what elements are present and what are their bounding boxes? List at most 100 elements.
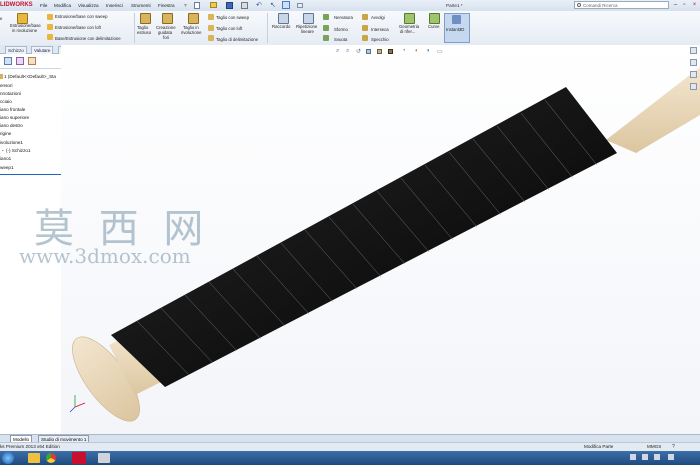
intersect-icon[interactable] (362, 25, 368, 31)
feature-manager-tab-icon[interactable] (4, 57, 12, 65)
status-units[interactable]: MMGS (647, 443, 661, 451)
view-settings-icon[interactable]: ▭ (437, 48, 443, 55)
restore-icon[interactable]: ▫ (680, 1, 689, 9)
configuration-manager-tab-icon[interactable] (28, 57, 36, 65)
task-pane-palette-icon[interactable] (690, 83, 697, 90)
tree-item-front-plane[interactable]: iano frontale (0, 106, 25, 113)
open-folder-icon[interactable] (210, 2, 217, 8)
display-style-icon[interactable] (388, 49, 393, 54)
help-icon[interactable]: ? (672, 444, 675, 450)
sweep-boss-icon[interactable] (47, 14, 53, 20)
intersect-label[interactable]: Interseca (371, 27, 389, 32)
lofted-cut-label[interactable]: Taglio con loft (216, 26, 242, 31)
mirror-icon[interactable] (362, 35, 368, 41)
tree-item-top-plane[interactable]: iano superiore (0, 114, 29, 121)
rib-icon[interactable] (323, 14, 329, 20)
task-pane-home-icon[interactable] (690, 47, 697, 54)
tree-item-sketch1[interactable]: (-) Schizzo1 (6, 147, 31, 154)
menu-finestra[interactable]: Finestra (158, 0, 175, 11)
draft-icon[interactable] (323, 25, 329, 31)
curves-label[interactable]: Curve (428, 24, 439, 29)
draft-label[interactable]: Sformo (334, 27, 348, 32)
linear-pattern-icon[interactable] (303, 13, 314, 24)
wrap-label[interactable]: Avvolgi (371, 15, 385, 20)
hole-wizard-icon[interactable] (162, 13, 173, 24)
tree-item-origin[interactable]: rigine (0, 130, 11, 137)
edit-appearance-icon[interactable]: ◐ (415, 48, 419, 54)
chrome-taskbar-icon[interactable] (46, 453, 56, 463)
revolved-cut-icon[interactable] (188, 13, 199, 24)
tree-item-plane1[interactable]: iano1 (0, 155, 11, 162)
loft-boss-icon[interactable] (47, 24, 53, 30)
start-button-icon[interactable] (2, 452, 14, 464)
apply-scene-icon[interactable]: ◑ (426, 48, 430, 54)
menu-file[interactable]: File (40, 0, 47, 11)
explorer-taskbar-icon[interactable] (28, 453, 40, 463)
solidworks-taskbar-icon[interactable] (72, 452, 86, 464)
menu-inserisci[interactable]: Inserisci (106, 0, 123, 11)
rebuild-icon[interactable] (282, 1, 290, 9)
rollback-bar[interactable] (0, 174, 61, 175)
curves-icon[interactable] (429, 13, 440, 24)
revolve-boss-label-2[interactable]: in rivoluzione (12, 28, 37, 33)
zoom-to-fit-icon[interactable]: ⌕ (336, 48, 339, 55)
boundary-cut-label[interactable]: Taglio di delimitazione (216, 37, 258, 42)
tray-volume-icon[interactable] (654, 454, 660, 460)
wrap-icon[interactable] (362, 14, 368, 20)
previous-view-icon[interactable]: ↺ (356, 48, 361, 55)
tree-item-right-plane[interactable]: iano destro (0, 122, 23, 129)
tree-item-annotations[interactable]: nnotazioni (0, 90, 21, 97)
minimize-icon[interactable]: – (671, 1, 680, 9)
reference-geometry-label-2[interactable]: di rifer... (400, 29, 415, 34)
task-pane-explorer-icon[interactable] (690, 71, 697, 78)
loft-boss-label[interactable]: Estrusione/base con loft (55, 25, 101, 30)
menu-modifica[interactable]: Modifica (54, 0, 71, 11)
menu-visualizza[interactable]: Visualizza (78, 0, 99, 11)
revolved-cut-label-2[interactable]: rivoluzione (181, 30, 202, 35)
lofted-cut-icon[interactable] (208, 25, 214, 31)
task-pane-library-icon[interactable] (690, 59, 697, 66)
tab-valutare[interactable]: Valutare (31, 46, 54, 54)
swept-cut-icon[interactable] (208, 14, 214, 20)
options-icon[interactable] (297, 3, 303, 8)
tree-item-part[interactable]: 1 (Default<<Default>_Sta (4, 73, 56, 80)
tree-item-sweep1[interactable]: weep1 (0, 164, 14, 171)
boundary-boss-label[interactable]: Base/Estrusione con delimitazione (55, 36, 121, 41)
property-manager-tab-icon[interactable] (16, 57, 24, 65)
tree-item-revolve1[interactable]: ivoluzione1 (0, 139, 23, 146)
boundary-cut-icon[interactable] (208, 35, 214, 41)
sweep-boss-label[interactable]: Estrusione/base con sweep (55, 14, 108, 19)
linear-pattern-label-2[interactable]: lineare (301, 29, 314, 34)
view-orientation-icon[interactable] (377, 49, 382, 54)
rib-label[interactable]: Nervatura (334, 15, 353, 20)
hide-show-items-icon[interactable]: ◔ (402, 48, 406, 54)
fillet-label[interactable]: Raccordo (272, 24, 290, 29)
tray-ime-icon[interactable] (668, 454, 674, 460)
app-taskbar-icon[interactable] (98, 453, 110, 463)
extruded-cut-label-2[interactable]: estruso (137, 30, 151, 35)
save-icon[interactable] (226, 2, 233, 9)
new-document-icon[interactable] (194, 2, 200, 9)
section-view-icon[interactable] (366, 49, 371, 54)
expand-arrow-icon[interactable]: ⌄ (1, 147, 4, 152)
tray-network-icon[interactable] (642, 454, 648, 460)
shell-icon[interactable] (323, 35, 329, 41)
extruded-cut-icon[interactable] (140, 13, 151, 24)
undo-icon[interactable]: ↶ (256, 1, 262, 9)
boundary-boss-icon[interactable] (47, 34, 53, 40)
shell-label[interactable]: Svuota (334, 37, 347, 42)
reference-geometry-icon[interactable] (404, 13, 415, 24)
select-arrow-icon[interactable]: ↖ (270, 1, 276, 9)
tree-item-material[interactable]: cciaio (0, 98, 12, 105)
close-icon[interactable]: × (690, 1, 699, 9)
menu-help[interactable]: ? (184, 0, 187, 11)
zoom-area-icon[interactable]: ⌕ (346, 48, 349, 55)
search-input[interactable]: Comandi Ricerca (574, 1, 669, 9)
hole-wizard-label-3[interactable]: fori (163, 35, 169, 40)
tab-schizzo[interactable]: Schizzo (5, 46, 27, 54)
tray-flag-icon[interactable] (630, 454, 636, 460)
tree-item-sensors[interactable]: ensori (0, 82, 13, 89)
swept-cut-label[interactable]: Taglio con sweep (216, 15, 249, 20)
print-icon[interactable] (241, 2, 248, 9)
menu-strumenti[interactable]: Strumenti (131, 0, 151, 11)
